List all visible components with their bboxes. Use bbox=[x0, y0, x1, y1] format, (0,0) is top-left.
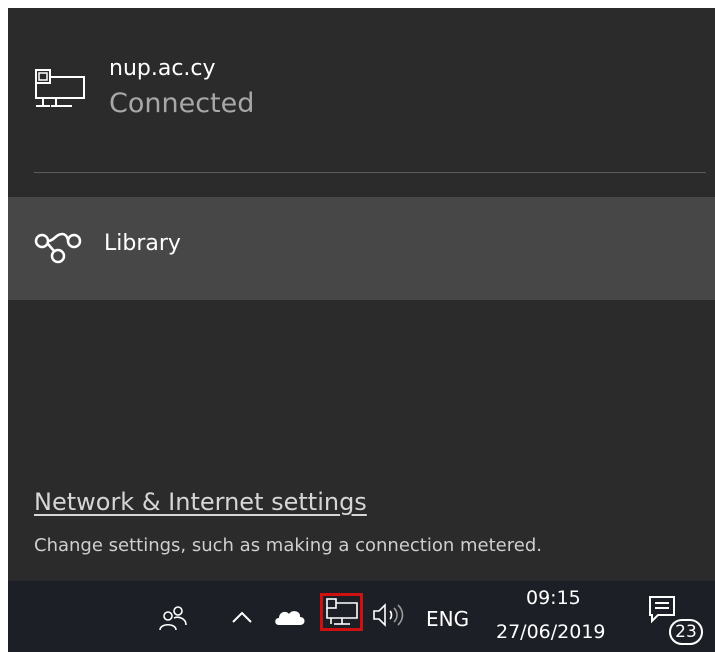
input-language[interactable]: ENG bbox=[426, 607, 469, 631]
screen: nup.ac.cy Connected Library Network & In… bbox=[0, 0, 715, 652]
network-settings-description: Change settings, such as making a connec… bbox=[34, 535, 542, 556]
ethernet-network-icon bbox=[34, 68, 88, 114]
network-flyout: nup.ac.cy Connected Library Network & In… bbox=[8, 8, 715, 581]
network-icon-highlight bbox=[320, 593, 363, 631]
vpn-icon bbox=[34, 230, 82, 268]
clock-date[interactable]: 27/06/2019 bbox=[496, 621, 606, 643]
connection-name: nup.ac.cy bbox=[109, 56, 216, 81]
vpn-item-library[interactable]: Library bbox=[8, 197, 715, 300]
taskbar: ENG 09:15 27/06/2019 23 bbox=[8, 581, 715, 652]
onedrive-cloud-icon[interactable] bbox=[273, 605, 307, 633]
clock-time[interactable]: 09:15 bbox=[526, 587, 581, 609]
people-icon[interactable] bbox=[158, 603, 188, 637]
vpn-label: Library bbox=[104, 231, 181, 256]
network-connection-item[interactable]: nup.ac.cy Connected bbox=[8, 8, 715, 180]
connection-status: Connected bbox=[109, 88, 255, 119]
volume-icon[interactable] bbox=[371, 601, 409, 633]
chevron-up-icon[interactable] bbox=[230, 609, 254, 629]
divider bbox=[34, 172, 706, 173]
network-settings-link[interactable]: Network & Internet settings bbox=[34, 488, 367, 516]
notification-count-badge: 23 bbox=[669, 619, 703, 645]
